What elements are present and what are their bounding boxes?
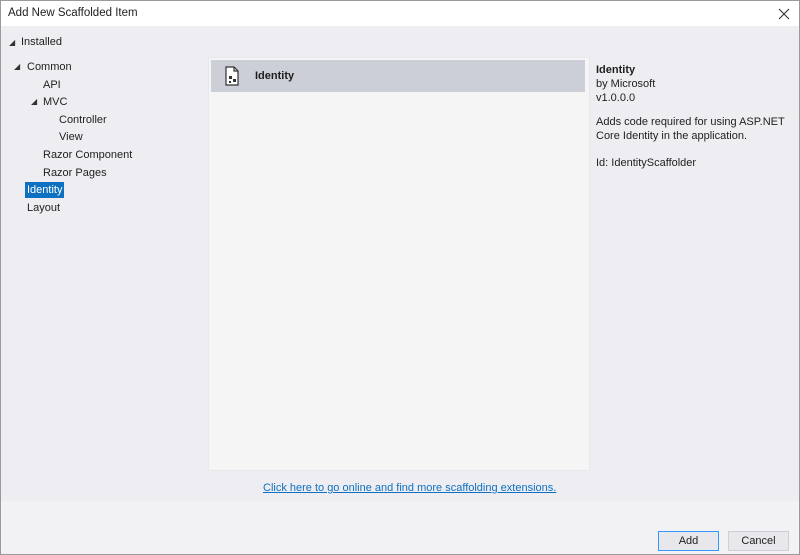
scaffolder-list: Identity <box>208 57 590 471</box>
list-item-identity[interactable]: Identity <box>211 60 585 92</box>
tree-item-api[interactable]: API <box>43 77 61 93</box>
tree-item-view[interactable]: View <box>59 129 83 145</box>
tree-installed-header[interactable]: ◢ Installed <box>9 34 62 50</box>
tree-item-mvc[interactable]: MVC <box>43 94 67 110</box>
title-bar: Add New Scaffolded Item <box>1 1 799 26</box>
details-id: Id: IdentityScaffolder <box>596 157 697 169</box>
tree-item-controller[interactable]: Controller <box>59 112 107 128</box>
tree-item-common[interactable]: Common <box>27 59 72 75</box>
installed-label: Installed <box>21 36 62 48</box>
close-icon <box>778 8 790 19</box>
tree-item-identity[interactable]: Identity <box>25 182 65 198</box>
collapse-triangle-icon[interactable]: ◢ <box>14 59 26 75</box>
details-pane: Identity by Microsoft v1.0.0.0 Adds code… <box>596 63 796 170</box>
collapse-triangle-icon[interactable]: ◢ <box>31 94 43 110</box>
details-name: Identity <box>596 64 636 76</box>
list-item-label: Identity <box>255 70 295 82</box>
close-button[interactable] <box>769 1 799 26</box>
tree-item-layout[interactable]: Layout <box>27 200 60 216</box>
collapse-triangle-icon[interactable]: ◢ <box>9 38 21 47</box>
online-extensions-link[interactable]: Click here to go online and find more sc… <box>263 482 556 494</box>
add-scaffolded-item-dialog: Add New Scaffolded Item ◢ Installed ◢ Co… <box>0 0 800 555</box>
tree-item-razor-pages[interactable]: Razor Pages <box>43 165 107 181</box>
window-title: Add New Scaffolded Item <box>8 7 138 19</box>
scaffold-file-icon <box>225 66 239 86</box>
details-version: v1.0.0.0 <box>596 92 636 104</box>
cancel-button[interactable]: Cancel <box>728 531 789 551</box>
tree-item-razor-component[interactable]: Razor Component <box>43 147 132 163</box>
details-author: by Microsoft <box>596 78 656 90</box>
details-description: Adds code required for using ASP.NET Cor… <box>596 116 785 142</box>
add-button[interactable]: Add <box>658 531 719 551</box>
